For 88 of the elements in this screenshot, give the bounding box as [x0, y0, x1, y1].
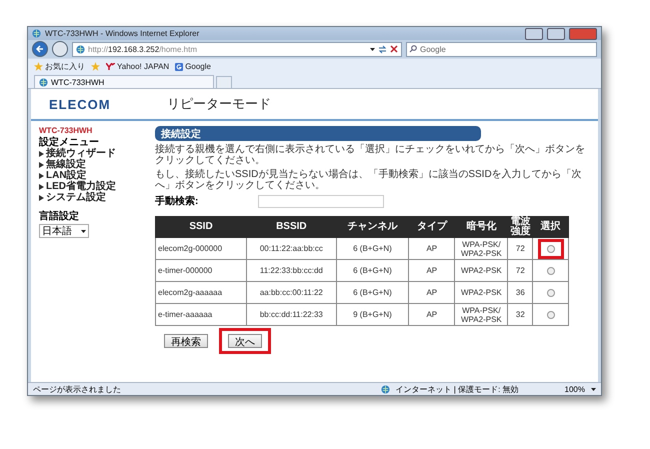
favorite-link[interactable]: Yahoo! JAPAN [106, 62, 170, 71]
manual-search-field[interactable] [258, 194, 384, 208]
table-cell: 6 (B+G+N) [336, 238, 409, 260]
arrow-icon [36, 45, 44, 53]
column-header: 暗号化 [454, 216, 508, 238]
stop-icon[interactable] [390, 45, 398, 53]
page-icon [76, 44, 85, 54]
select-radio[interactable] [546, 245, 555, 253]
table-cell: elecom2g-000000 [156, 238, 247, 260]
internet-zone-icon [380, 384, 390, 394]
maximize-button[interactable] [547, 28, 565, 40]
table-cell: WPA2-PSK [454, 260, 508, 282]
table-cell: 9 (B+G+N) [336, 304, 409, 326]
caret-icon [591, 388, 596, 390]
device-name: WTC-733HWH [39, 126, 94, 135]
star-icon [34, 62, 43, 71]
instruction-text: もし、接続したいSSIDが見当たらない場合は、「手動検索」に該当のSSIDを入力してから「次へ」ボタンをクリックしてください。 [155, 169, 583, 191]
table-cell: elecom2g-aaaaaa [156, 282, 247, 304]
table-cell: WPA-PSK/ WPA2-PSK [454, 238, 508, 260]
table-cell: 6 (B+G+N) [336, 282, 409, 304]
zone-text: インターネット | 保護モード: 無効 [396, 384, 519, 394]
status-message: ページが表示されました [33, 384, 122, 394]
table-cell: aa:bb:cc:00:11:22 [246, 282, 336, 304]
select-radio[interactable] [546, 289, 555, 297]
table-cell: e-timer-aaaaaa [156, 304, 247, 326]
g-logo-icon [175, 62, 184, 70]
menu-title: 設定メニュー [39, 137, 100, 148]
language-label: 言語設定 [39, 211, 80, 222]
back-button[interactable] [32, 41, 48, 57]
browser-tab[interactable]: WTC-733HWH [34, 75, 214, 88]
url-text: http://192.168.3.252/home.htm [88, 44, 198, 54]
y-logo-icon [106, 63, 115, 70]
table-cell: e-timer-000000 [156, 260, 247, 282]
column-header: 電波強度 [508, 216, 533, 238]
caret-icon [370, 48, 375, 50]
bullet-icon [39, 172, 44, 178]
table-cell: WPA-PSK/ WPA2-PSK [454, 304, 508, 326]
instruction-text: 接続する親機を選んで右側に表示されている「選択」にチェックをいれてから「次へ」ボタンをクリックしてください。 [155, 144, 586, 166]
menu-link[interactable]: 無線設定 [39, 159, 149, 170]
column-header: 選択 [532, 216, 568, 238]
brand-logo: ELECOM [48, 96, 112, 112]
caret-icon [81, 230, 86, 232]
column-header: SSID [156, 216, 247, 238]
table-cell: 00:11:22:aa:bb:cc [246, 238, 336, 260]
select-radio[interactable] [546, 311, 555, 319]
add-favorite-icon [91, 62, 100, 71]
refresh-icon[interactable] [378, 44, 387, 54]
table-cell: 32 [508, 304, 533, 326]
section-title: 接続設定 [155, 126, 481, 141]
menu-link[interactable]: 接続ウィザード [39, 148, 149, 159]
favorites-button[interactable]: お気に入り [34, 61, 85, 72]
table-cell: 36 [508, 282, 533, 304]
column-header: BSSID [246, 216, 336, 238]
forward-button[interactable] [52, 41, 68, 57]
table-cell: WPA2-PSK [454, 282, 508, 304]
table-cell: 11:22:33:bb:cc:dd [246, 260, 336, 282]
select-radio[interactable] [546, 267, 555, 275]
bullet-icon [39, 150, 44, 156]
zoom-level[interactable]: 100% [564, 384, 585, 394]
favorite-link[interactable]: Google [175, 62, 211, 71]
menu-link[interactable]: LED省電力設定 [39, 181, 149, 192]
table-cell: 6 (B+G+N) [336, 260, 409, 282]
address-field[interactable]: http://192.168.3.252/home.htm [72, 42, 402, 56]
search-field[interactable]: Google [406, 42, 597, 56]
bullet-icon [39, 194, 44, 200]
bullet-icon [39, 184, 44, 190]
manual-search-label: 手動検索: [155, 194, 198, 208]
form-button[interactable]: 次へ [228, 334, 262, 348]
bullet-icon [39, 162, 44, 168]
window-title: WTC-733HWH - Windows Internet Explorer [45, 29, 200, 38]
language-select[interactable]: 日本語 [39, 224, 89, 238]
table-cell: 72 [508, 238, 533, 260]
search-icon [409, 44, 417, 52]
table-cell: AP [408, 282, 455, 304]
table-cell: AP [408, 238, 455, 260]
table-cell: AP [408, 260, 455, 282]
page-title: リピーターモード [167, 95, 271, 113]
menu-link[interactable]: LAN設定 [39, 170, 149, 181]
minimize-button[interactable] [525, 28, 543, 40]
page-icon [39, 78, 48, 86]
table-cell: 72 [508, 260, 533, 282]
table-cell: bb:cc:dd:11:22:33 [246, 304, 336, 326]
column-header: タイプ [408, 216, 455, 238]
column-header: チャンネル [336, 216, 409, 238]
form-button[interactable]: 再検索 [164, 334, 208, 348]
close-button[interactable] [569, 28, 597, 40]
menu-link[interactable]: システム設定 [39, 192, 149, 203]
table-cell: AP [408, 304, 455, 326]
